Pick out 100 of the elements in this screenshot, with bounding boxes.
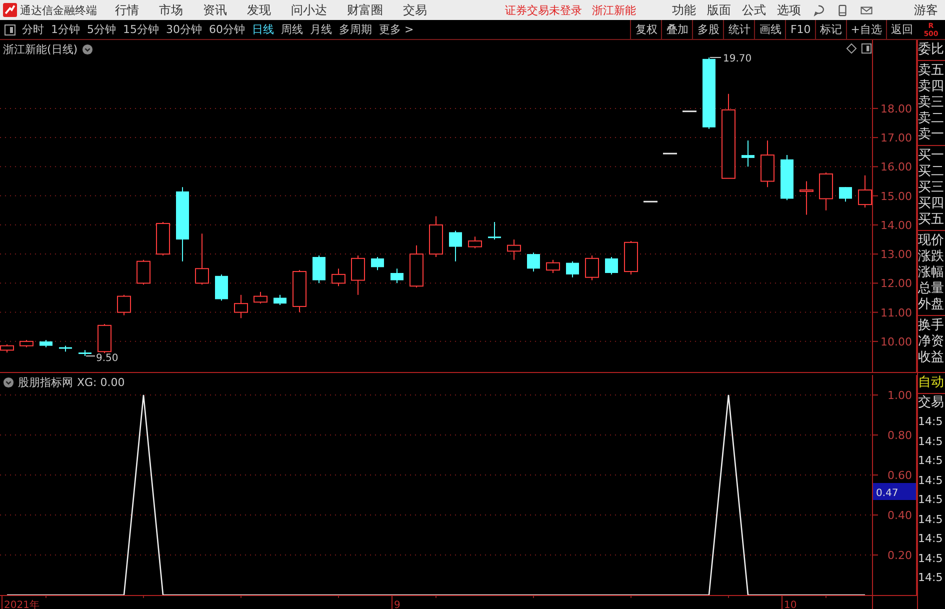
trade-time: 14:5: [918, 492, 944, 508]
phone-icon[interactable]: [836, 4, 849, 16]
period-tab[interactable]: 分时: [22, 22, 44, 37]
date-label: 9: [394, 600, 400, 609]
quote-label: 现价: [918, 233, 945, 249]
candlestick: [507, 239, 521, 260]
period-tab[interactable]: 60分钟: [209, 22, 245, 37]
menu-item[interactable]: 选项: [777, 2, 801, 18]
period-tab[interactable]: 5分钟: [87, 22, 116, 37]
candlestick: [585, 255, 599, 281]
menu-item[interactable]: 公式: [742, 2, 766, 18]
candlestick: [20, 339, 34, 348]
candlestick: [312, 255, 326, 284]
candlestick: [819, 172, 833, 211]
candlestick: [663, 152, 677, 154]
quote-label: 买四: [918, 196, 945, 212]
period-tab[interactable]: 周线: [281, 22, 303, 37]
diamond-icon[interactable]: [846, 43, 857, 54]
trade-title: 交易: [918, 394, 945, 412]
quote-label: 卖二: [918, 111, 945, 127]
axis-label: 16.00: [880, 160, 912, 174]
trade-mode-label[interactable]: 自动: [918, 373, 945, 394]
candlestick: [136, 259, 150, 286]
quote-label: 涨跌: [918, 249, 945, 265]
candlestick: [468, 236, 482, 249]
trade-time: 14:5: [918, 531, 944, 547]
menu-item[interactable]: 问小达: [291, 2, 327, 18]
candlestick: [429, 216, 443, 258]
date-label: 2021年: [4, 600, 40, 609]
app-title: 通达信金融终端: [20, 2, 97, 18]
period-tab[interactable]: 1分钟: [51, 22, 80, 37]
period-tab[interactable]: 30分钟: [166, 22, 202, 37]
app-logo-icon: [3, 3, 17, 17]
candlestick: [760, 140, 774, 188]
menu-item[interactable]: 交易: [403, 2, 427, 18]
quote-label: 买五: [918, 212, 945, 228]
period-tab[interactable]: 月线: [310, 22, 332, 37]
quote-label: 卖三: [918, 95, 945, 111]
quote-label: 总量: [918, 281, 945, 297]
menu-item[interactable]: 行情: [115, 2, 139, 18]
dropdown-icon[interactable]: [3, 377, 14, 388]
axis-label: 17.00: [880, 132, 912, 145]
candlestick: [488, 222, 501, 240]
quote-label: 委比: [918, 42, 945, 58]
candlestick: [742, 140, 754, 168]
candlestick: [390, 268, 404, 284]
candlestick: [858, 174, 872, 208]
more-tab[interactable]: 更多 >: [379, 22, 414, 37]
low-price-label: 9.50: [96, 352, 118, 364]
candlestick: [371, 256, 384, 271]
user-label[interactable]: 游客: [914, 2, 938, 18]
quote-label: 净资: [918, 334, 945, 350]
quote-label: 买一: [918, 148, 945, 164]
indicator-name: 股朋指标网: [18, 375, 73, 390]
quote-label: 收益: [918, 350, 945, 366]
status-notice[interactable]: 浙江新能: [592, 2, 636, 18]
axis-label: 14.00: [880, 218, 912, 232]
axis-label: 0.80: [888, 429, 912, 442]
candlestick: [605, 256, 618, 275]
candlestick: [682, 110, 696, 112]
dropdown-icon[interactable]: [82, 44, 93, 55]
candlestick: [117, 294, 131, 316]
indicator-reading: XG: 0.00: [77, 376, 125, 389]
candlestick: [215, 274, 228, 302]
axis-label: 13.00: [880, 248, 912, 262]
candlestick: [566, 260, 579, 278]
cursor-value-box: [873, 483, 916, 500]
candlestick: [527, 252, 540, 272]
trade-time: 14:5: [918, 453, 944, 469]
menu-item[interactable]: 版面: [707, 2, 731, 18]
high-price-label: 19.70: [723, 53, 752, 64]
menu-item[interactable]: 发现: [247, 2, 271, 18]
menu-item[interactable]: 市场: [159, 2, 183, 18]
menu-item[interactable]: 功能: [672, 2, 696, 18]
period-tab[interactable]: 日线: [252, 22, 274, 37]
candlestick: [780, 154, 794, 201]
axis-label: 10.00: [880, 335, 912, 348]
panel-toggle-icon[interactable]: [861, 43, 872, 54]
candlestick: [546, 259, 560, 274]
menu-item[interactable]: 财富圈: [347, 2, 383, 18]
panel-toggle-icon[interactable]: [4, 24, 16, 36]
trade-time: 14:5: [918, 472, 944, 488]
candlestick: [332, 268, 346, 287]
trade-time: 14:5: [918, 434, 944, 450]
status-notice[interactable]: 证券交易未登录: [505, 2, 582, 18]
trade-time: 14:5: [918, 570, 944, 586]
menu-item[interactable]: 资讯: [203, 2, 227, 18]
quote-label: 外盘: [918, 297, 945, 313]
period-tab[interactable]: 多周期: [339, 22, 372, 37]
period-tab[interactable]: 15分钟: [123, 22, 159, 37]
chart-title: 浙江新能(日线): [3, 42, 78, 57]
candlestick: [98, 323, 112, 354]
cursor-value: 0.47: [876, 488, 898, 499]
candlestick: [624, 240, 638, 275]
leader-line: [710, 56, 722, 58]
quote-label: 卖一: [918, 127, 945, 143]
chat-bubble-icon[interactable]: [812, 4, 825, 16]
quote-label: 卖五: [918, 63, 945, 79]
axis-label: 0.40: [888, 509, 912, 522]
axis-label: 0.60: [888, 469, 912, 482]
